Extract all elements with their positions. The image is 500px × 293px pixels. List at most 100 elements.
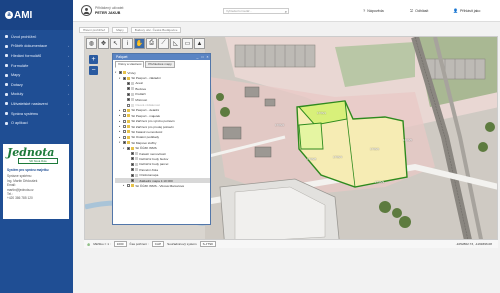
sidebar-item[interactable]: Formuláře › bbox=[0, 61, 73, 71]
layer-checkbox[interactable] bbox=[130, 173, 134, 177]
expand-right-icon[interactable]: ▸ bbox=[119, 125, 122, 128]
folder-icon bbox=[127, 76, 131, 80]
info-icon[interactable]: i bbox=[122, 38, 133, 49]
layer-checkbox[interactable] bbox=[126, 81, 130, 85]
zoom-in-button[interactable]: + bbox=[89, 55, 98, 64]
breadcrumb-item[interactable]: Mapy bbox=[112, 27, 128, 34]
layer-checkbox[interactable] bbox=[122, 108, 126, 112]
layer-checkbox[interactable] bbox=[126, 103, 130, 107]
ruler-icon[interactable]: ▭ bbox=[182, 38, 193, 49]
logout-button[interactable]: ⎋ Odhlásit bbox=[410, 8, 428, 13]
layer-checkbox[interactable] bbox=[130, 152, 134, 156]
expand-down-icon[interactable]: ▾ bbox=[119, 77, 122, 80]
layer-tab[interactable]: Přehledové mapy bbox=[145, 61, 175, 68]
scale-select[interactable]: 1000 bbox=[113, 241, 127, 247]
coord-system-select[interactable]: S-JTSK bbox=[199, 241, 217, 247]
chevron-right-icon: › bbox=[68, 92, 69, 97]
layer-tab[interactable]: Vrstvy a vlastnost bbox=[115, 61, 145, 68]
expand-right-icon[interactable]: ▸ bbox=[123, 184, 126, 187]
layer-panel-header[interactable]: Palquet _ □ × bbox=[113, 54, 210, 60]
search-input[interactable]: Vyhledat formulář... ⌕ bbox=[223, 8, 289, 14]
layer-checkbox[interactable] bbox=[122, 130, 126, 134]
layer-label: Definiční body budov bbox=[139, 156, 169, 161]
logo-text: AMI bbox=[14, 9, 33, 21]
layer-tree-node[interactable]: ▸ Sit ČÚZK WMS - Vlková Marcelová bbox=[115, 183, 210, 188]
sidebar-item[interactable]: Průběh dokumentace › bbox=[0, 42, 73, 52]
account-button[interactable]: 👤 Přihlásit jako bbox=[453, 8, 480, 13]
app-logo[interactable]: a AMI bbox=[0, 0, 73, 30]
expand-down-icon[interactable]: ▾ bbox=[119, 141, 122, 144]
sidebar-item-label: Správa systému bbox=[11, 111, 39, 116]
expand-down-icon[interactable]: ▾ bbox=[123, 147, 126, 150]
sidebar-item[interactable]: O aplikaci bbox=[0, 118, 73, 128]
layer-checkbox[interactable] bbox=[126, 146, 130, 150]
layer-checkbox[interactable] bbox=[126, 98, 130, 102]
layer-label: Budova bbox=[135, 86, 146, 91]
layer-checkbox[interactable] bbox=[126, 87, 130, 91]
layer-icon bbox=[135, 173, 139, 177]
pan-icon[interactable]: ✥ bbox=[98, 38, 109, 49]
layer-checkbox[interactable] bbox=[130, 162, 134, 166]
layer-checkbox[interactable] bbox=[118, 71, 122, 75]
expand-right-icon[interactable]: ▸ bbox=[119, 120, 122, 123]
layer-icon bbox=[131, 92, 135, 96]
top-bar: Přihlášený uživatel: PETER JAKUB Vyhleda… bbox=[73, 0, 500, 22]
measure-area-icon[interactable]: ◺ bbox=[170, 38, 181, 49]
logout-icon: ⎋ bbox=[410, 8, 414, 13]
time-select[interactable]: CAP bbox=[151, 241, 165, 247]
marker-icon[interactable]: ▲ bbox=[194, 38, 205, 49]
time-label: Čas pořízení : bbox=[129, 242, 149, 246]
layer-checkbox[interactable] bbox=[130, 168, 134, 172]
top-action-label: Přihlásit jako bbox=[459, 8, 481, 13]
expand-right-icon[interactable]: ▸ bbox=[119, 109, 122, 112]
measure-length-icon[interactable]: ⟋ bbox=[158, 38, 169, 49]
layer-checkbox[interactable] bbox=[126, 92, 130, 96]
folder-icon bbox=[127, 114, 131, 118]
expand-right-icon[interactable]: ▸ bbox=[119, 130, 122, 133]
layer-checkbox[interactable] bbox=[122, 76, 126, 80]
pointer-icon[interactable]: ↖ bbox=[110, 38, 121, 49]
layer-label: Vrstvy bbox=[127, 70, 136, 75]
breadcrumb-item[interactable]: Hlavní prohlížeč bbox=[79, 27, 110, 34]
layer-icon bbox=[131, 81, 135, 85]
layer-checkbox[interactable] bbox=[130, 157, 134, 161]
parcel-label: 1766/5 bbox=[403, 138, 413, 142]
layer-checkbox[interactable] bbox=[122, 135, 126, 139]
chevron-right-icon: › bbox=[68, 44, 69, 49]
sidebar-item[interactable]: Mapy › bbox=[0, 70, 73, 80]
layer-label: Ortofotomapa bbox=[139, 173, 159, 178]
close-icon[interactable]: × bbox=[205, 54, 210, 60]
layer-checkbox[interactable] bbox=[122, 125, 126, 129]
sidebar-item[interactable]: Uživatelské nastavení › bbox=[0, 99, 73, 109]
sidebar-item[interactable]: Dotazy › bbox=[0, 80, 73, 90]
globe-icon[interactable]: ◍ bbox=[86, 38, 97, 49]
expand-right-icon[interactable]: ▸ bbox=[119, 114, 122, 117]
expand-right-icon[interactable]: ▸ bbox=[119, 136, 122, 139]
chevron-right-icon: › bbox=[68, 111, 69, 116]
folder-icon bbox=[127, 119, 131, 123]
sidebar-item[interactable]: Úvod prohlížeč bbox=[0, 32, 73, 42]
sidebar-item[interactable]: Hledání formulářů › bbox=[0, 51, 73, 61]
sidebar-item[interactable]: Správa systému › bbox=[0, 109, 73, 119]
layer-label: Sit ČÚZK WMS bbox=[135, 146, 157, 151]
print-icon[interactable]: ⎙ bbox=[146, 38, 157, 49]
layer-tree: ▾ Vrstvy ▾ Sit Pasport - základní Areál Budov… bbox=[113, 68, 210, 189]
layer-checkbox[interactable] bbox=[122, 119, 126, 123]
hand-icon[interactable]: ✋ bbox=[134, 38, 145, 49]
breadcrumb-item[interactable]: Budovy obc. České Budějovice bbox=[130, 27, 182, 34]
sidebar-item[interactable]: Moduly › bbox=[0, 90, 73, 100]
layer-checkbox[interactable] bbox=[130, 179, 134, 182]
layer-checkbox[interactable] bbox=[122, 114, 126, 118]
layer-checkbox[interactable] bbox=[122, 141, 126, 145]
logo-icon: a bbox=[5, 11, 13, 19]
expand-down-icon[interactable]: ▾ bbox=[115, 71, 118, 74]
scale-label: Měřítko = 1 : bbox=[93, 242, 111, 246]
search-icon[interactable]: ⌕ bbox=[285, 9, 287, 14]
nav-icon bbox=[5, 112, 8, 116]
layer-checkbox[interactable] bbox=[126, 184, 130, 188]
map-view[interactable]: 1766/1 1766/4 1766/6 1766/2 1766/5 1766/8 1766… bbox=[84, 36, 498, 248]
zoom-out-button[interactable]: − bbox=[89, 66, 98, 75]
branding-panel: Jednota SD Nová Role Systém pro správu m… bbox=[3, 144, 69, 219]
help-button[interactable]: ? Nápověda bbox=[363, 8, 384, 13]
avatar[interactable] bbox=[81, 5, 92, 16]
